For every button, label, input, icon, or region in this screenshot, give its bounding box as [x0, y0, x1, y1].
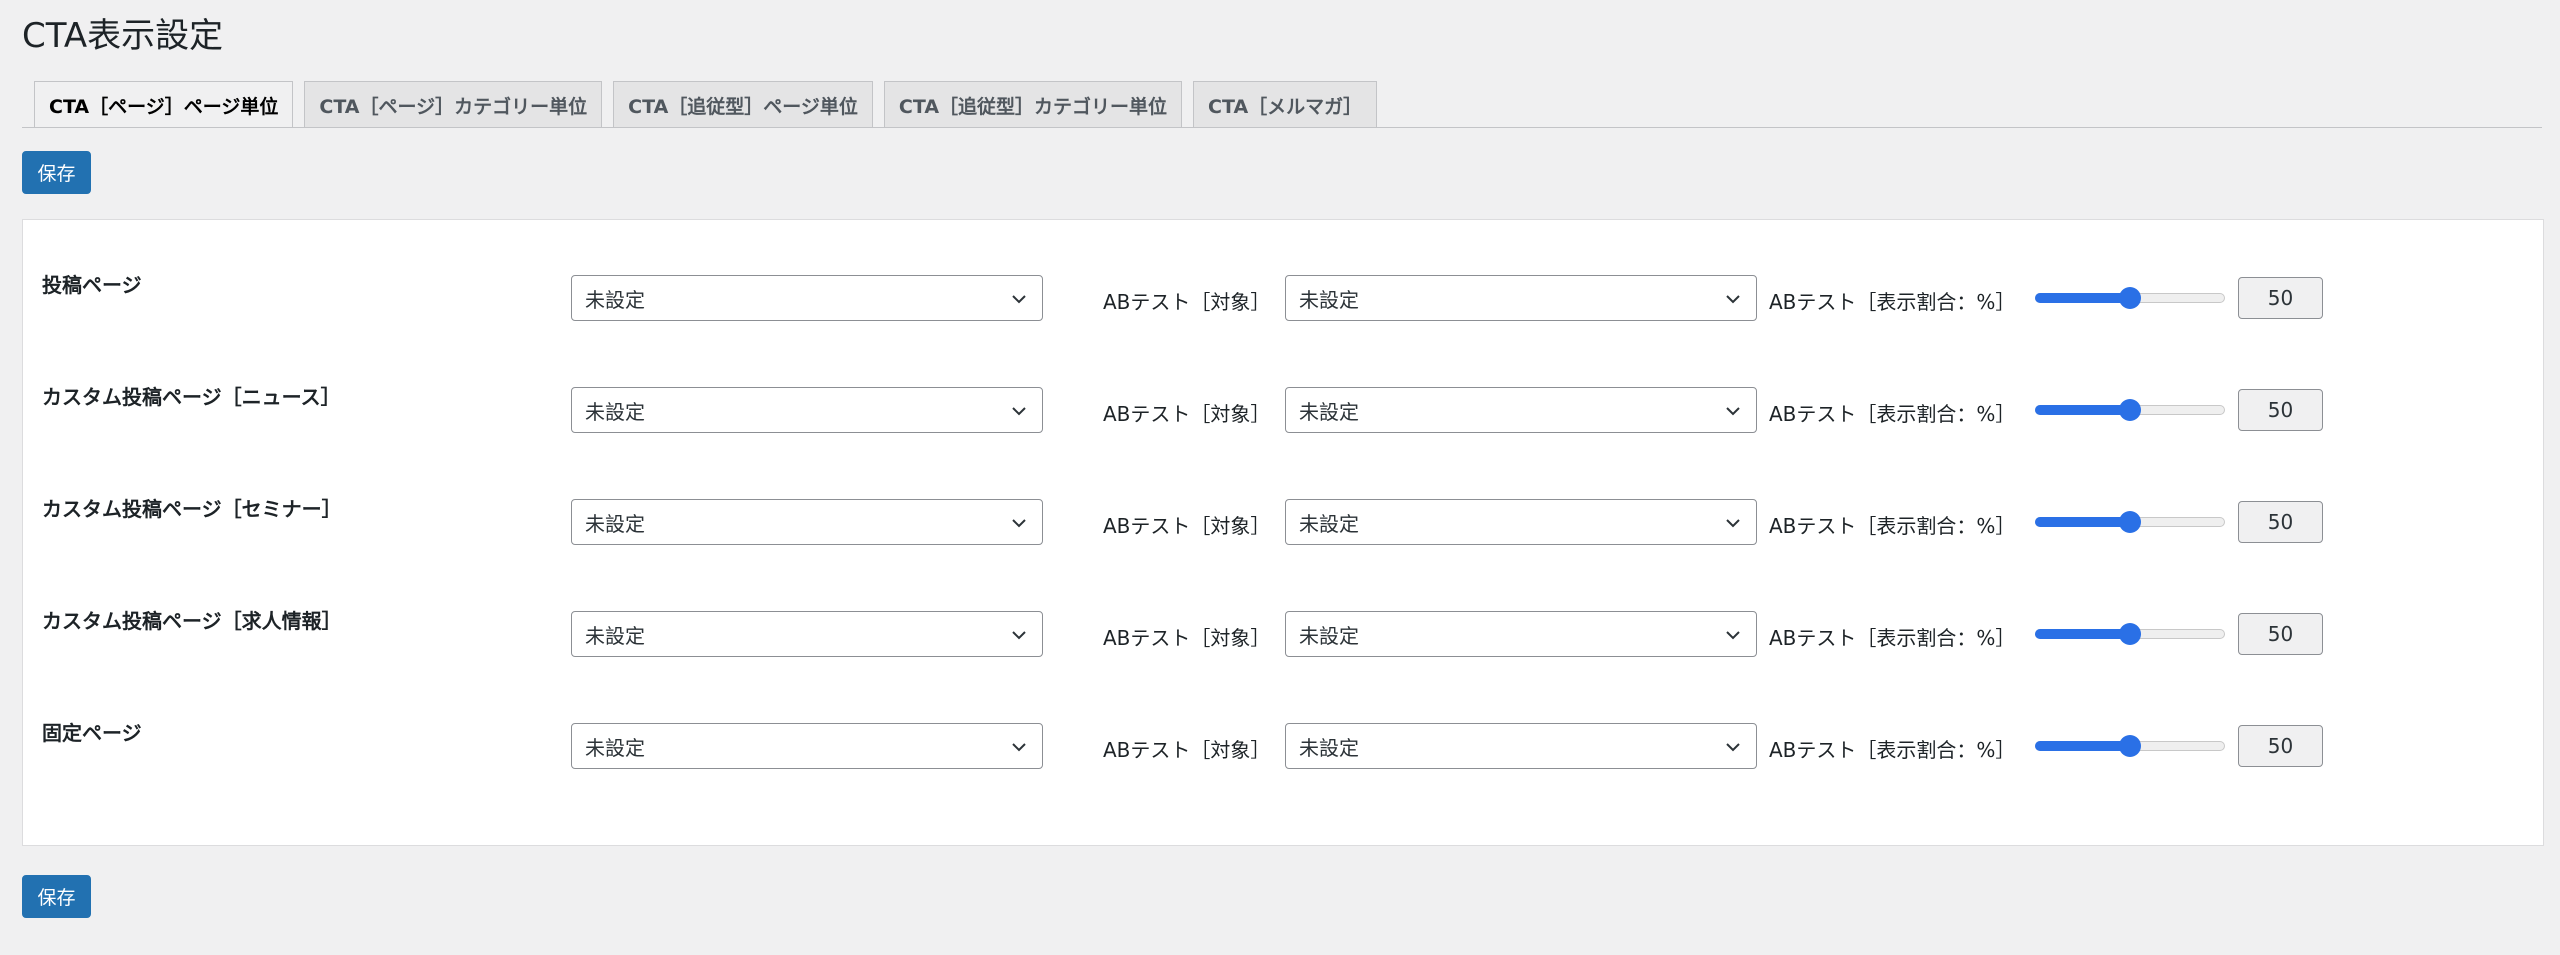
- ab-target-select[interactable]: 未設定: [1285, 275, 1757, 321]
- cta-select-value: 未設定: [585, 287, 645, 312]
- ab-target-label: ABテスト［対象］: [1103, 290, 1271, 314]
- chevron-down-icon: [1726, 295, 1740, 304]
- ab-ratio-label: ABテスト［表示割合：%］: [1769, 514, 2016, 538]
- slider-fill: [2035, 405, 2130, 415]
- ab-target-label: ABテスト［対象］: [1103, 514, 1271, 538]
- tabs-divider: [22, 127, 2542, 128]
- slider-fill: [2035, 741, 2130, 751]
- chevron-down-icon: [1012, 519, 1026, 528]
- row-label: カスタム投稿ページ［セミナー］: [42, 497, 342, 521]
- slider-fill: [2035, 293, 2130, 303]
- tab-cta-page-by-page[interactable]: CTA［ページ］ページ単位: [34, 81, 294, 128]
- slider-fill: [2035, 517, 2130, 527]
- chevron-down-icon: [1726, 519, 1740, 528]
- chevron-down-icon: [1726, 631, 1740, 640]
- ab-target-label: ABテスト［対象］: [1103, 402, 1271, 426]
- settings-row-post: 投稿ページ 未設定 ABテスト［対象］ 未設定 ABテスト［表示割合：%］ 50: [23, 273, 2543, 335]
- page-title: CTA表示設定: [22, 16, 224, 56]
- ab-target-label: ABテスト［対象］: [1103, 626, 1271, 650]
- row-label: 投稿ページ: [42, 273, 142, 297]
- cta-select[interactable]: 未設定: [571, 275, 1043, 321]
- tab-bar: CTA［ページ］ページ単位 CTA［ページ］カテゴリー単位 CTA［追従型］ペー…: [34, 81, 1378, 128]
- settings-row-custom-seminar: カスタム投稿ページ［セミナー］ 未設定 ABテスト［対象］ 未設定 ABテスト［…: [23, 497, 2543, 559]
- ab-target-label: ABテスト［対象］: [1103, 738, 1271, 762]
- ab-ratio-input[interactable]: 50: [2238, 389, 2323, 431]
- ab-ratio-slider[interactable]: [2035, 623, 2225, 645]
- ab-target-select[interactable]: 未設定: [1285, 499, 1757, 545]
- ab-target-select-value: 未設定: [1299, 735, 1359, 760]
- ab-target-select[interactable]: 未設定: [1285, 611, 1757, 657]
- cta-select-value: 未設定: [585, 399, 645, 424]
- slider-thumb[interactable]: [2119, 735, 2141, 757]
- cta-select[interactable]: 未設定: [571, 387, 1043, 433]
- tab-cta-follow-by-page[interactable]: CTA［追従型］ページ単位: [613, 81, 873, 128]
- slider-thumb[interactable]: [2119, 511, 2141, 533]
- chevron-down-icon: [1012, 407, 1026, 416]
- chevron-down-icon: [1012, 295, 1026, 304]
- slider-thumb[interactable]: [2119, 623, 2141, 645]
- ab-ratio-slider[interactable]: [2035, 735, 2225, 757]
- ab-ratio-input[interactable]: 50: [2238, 277, 2323, 319]
- ab-ratio-label: ABテスト［表示割合：%］: [1769, 738, 2016, 762]
- chevron-down-icon: [1726, 407, 1740, 416]
- row-label: カスタム投稿ページ［求人情報］: [42, 609, 342, 633]
- settings-panel: 投稿ページ 未設定 ABテスト［対象］ 未設定 ABテスト［表示割合：%］ 50…: [22, 219, 2544, 846]
- ab-target-select[interactable]: 未設定: [1285, 387, 1757, 433]
- ab-ratio-input[interactable]: 50: [2238, 613, 2323, 655]
- ab-ratio-label: ABテスト［表示割合：%］: [1769, 626, 2016, 650]
- cta-select-value: 未設定: [585, 623, 645, 648]
- ab-ratio-label: ABテスト［表示割合：%］: [1769, 290, 2016, 314]
- ab-target-select-value: 未設定: [1299, 623, 1359, 648]
- chevron-down-icon: [1012, 743, 1026, 752]
- ab-ratio-slider[interactable]: [2035, 287, 2225, 309]
- tab-cta-follow-by-category[interactable]: CTA［追従型］カテゴリー単位: [883, 81, 1183, 128]
- ab-ratio-slider[interactable]: [2035, 511, 2225, 533]
- save-button-top[interactable]: 保存: [22, 151, 91, 194]
- chevron-down-icon: [1726, 743, 1740, 752]
- row-label: 固定ページ: [42, 721, 142, 745]
- cta-select-value: 未設定: [585, 735, 645, 760]
- ab-target-select-value: 未設定: [1299, 287, 1359, 312]
- settings-row-fixed-page: 固定ページ 未設定 ABテスト［対象］ 未設定 ABテスト［表示割合：%］ 50: [23, 721, 2543, 783]
- ab-target-select-value: 未設定: [1299, 511, 1359, 536]
- slider-thumb[interactable]: [2119, 399, 2141, 421]
- row-label: カスタム投稿ページ［ニュース］: [42, 385, 341, 409]
- ab-ratio-input[interactable]: 50: [2238, 725, 2323, 767]
- cta-select-value: 未設定: [585, 511, 645, 536]
- slider-fill: [2035, 629, 2130, 639]
- ab-ratio-slider[interactable]: [2035, 399, 2225, 421]
- cta-select[interactable]: 未設定: [571, 499, 1043, 545]
- ab-target-select-value: 未設定: [1299, 399, 1359, 424]
- ab-target-select[interactable]: 未設定: [1285, 723, 1757, 769]
- slider-thumb[interactable]: [2119, 287, 2141, 309]
- chevron-down-icon: [1012, 631, 1026, 640]
- save-button-bottom[interactable]: 保存: [22, 875, 91, 918]
- settings-row-custom-jobs: カスタム投稿ページ［求人情報］ 未設定 ABテスト［対象］ 未設定 ABテスト［…: [23, 609, 2543, 671]
- cta-select[interactable]: 未設定: [571, 611, 1043, 657]
- cta-select[interactable]: 未設定: [571, 723, 1043, 769]
- ab-ratio-label: ABテスト［表示割合：%］: [1769, 402, 2016, 426]
- ab-ratio-input[interactable]: 50: [2238, 501, 2323, 543]
- settings-row-custom-news: カスタム投稿ページ［ニュース］ 未設定 ABテスト［対象］ 未設定 ABテスト［…: [23, 385, 2543, 447]
- tab-cta-page-by-category[interactable]: CTA［ページ］カテゴリー単位: [304, 81, 603, 128]
- tab-cta-newsletter[interactable]: CTA［メルマガ］: [1193, 81, 1378, 128]
